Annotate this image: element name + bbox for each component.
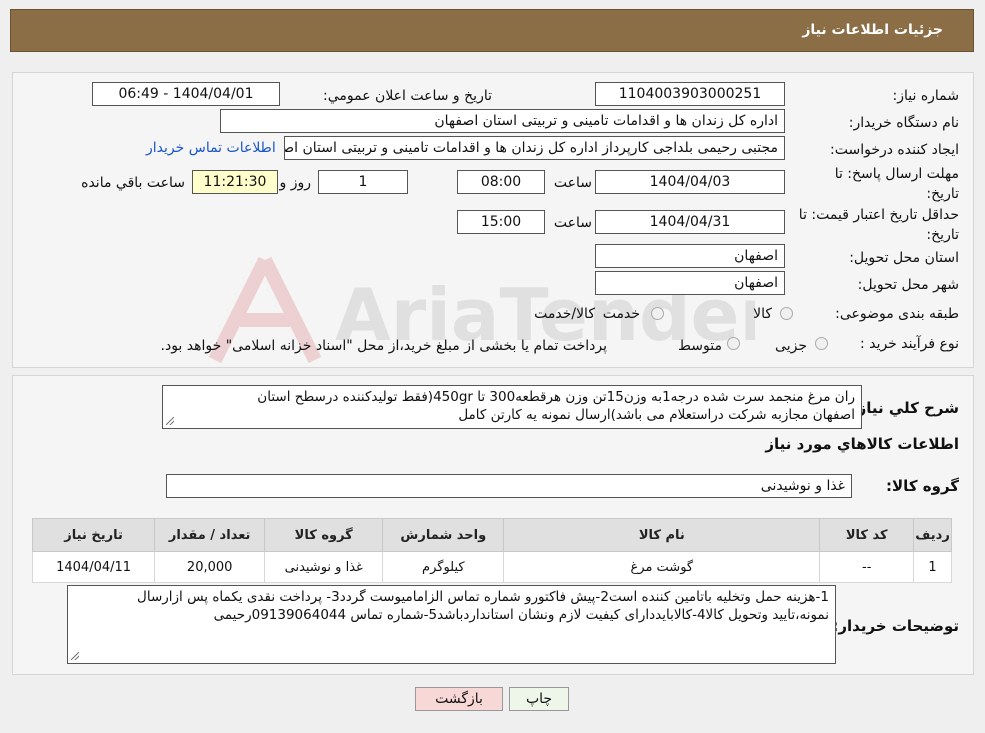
price-validity-time-label: ساعت <box>553 215 592 231</box>
resize-grip-icon[interactable] <box>166 417 174 425</box>
cell-date: 1404/04/11 <box>31 551 156 583</box>
category-service-label: خدمت <box>602 306 640 322</box>
description-label: شرح کلي نياز: <box>851 399 959 417</box>
category-service-radio[interactable] <box>651 307 664 320</box>
need-number-field: 1104003903000251 <box>595 82 785 106</box>
col-name: نام کالا <box>503 518 821 552</box>
remaining-time: 11:21:30 <box>192 170 278 194</box>
col-quantity: تعداد / مقدار <box>154 518 266 552</box>
col-code: کد کالا <box>819 518 915 552</box>
category-goods-radio[interactable] <box>780 307 793 320</box>
cell-unit: کیلوگرم <box>382 551 505 583</box>
cell-name: گوشت مرغ <box>503 551 821 583</box>
requester-field: مجتبی رحیمی بلداجی کارپرداز اداره کل زند… <box>284 136 785 160</box>
buyer-org-field: اداره کل زندان ها و اقدامات تامینی و ترب… <box>220 109 785 133</box>
buyer-org-label: نام دستگاه خريدار: <box>848 115 959 131</box>
goods-table: رديف کد کالا نام کالا واحد شمارش گروه کا… <box>31 518 952 583</box>
buyer-notes-textarea[interactable]: 1-هزینه حمل وتخلیه باتامین کننده است2-پی… <box>67 585 836 664</box>
page-title: جزئیات اطلاعات نیاز <box>802 22 943 38</box>
description-line-1: ران مرغ منجمد سرت شده درجه1به وزن15تن وز… <box>257 389 855 405</box>
buyer-notes-label: توضيحات خريدار: <box>832 617 959 635</box>
description-line-2: اصفهان مجازبه شرکت دراستعلام می باشد)ارس… <box>458 407 855 423</box>
col-date: تاريخ نياز <box>31 518 156 552</box>
resize-grip-icon[interactable] <box>71 652 79 660</box>
delivery-province-field: اصفهان <box>595 244 785 268</box>
days-label: روز و <box>279 175 312 191</box>
process-type-label: نوع فرآیند خرید : <box>860 336 959 352</box>
buyer-notes-line-1: 1-هزینه حمل وتخلیه باتامین کننده است2-پی… <box>137 589 829 605</box>
col-unit: واحد شمارش <box>382 518 505 552</box>
col-group: گروه کالا <box>264 518 384 552</box>
need-number-label: شماره نیاز: <box>892 88 960 104</box>
remaining-days: 1 <box>318 170 408 194</box>
cell-row: 1 <box>913 551 952 583</box>
treasury-note: پرداخت تمام یا بخشی از مبلغ خرید،از محل … <box>160 338 607 354</box>
delivery-city-field: اصفهان <box>595 271 785 295</box>
reply-deadline-time-label: ساعت <box>553 175 592 191</box>
process-minor-label: جزیی <box>775 338 807 354</box>
cell-group: غذا و نوشیدنی <box>264 551 384 583</box>
announce-datetime-field: 1404/04/01 - 06:49 <box>92 82 280 106</box>
price-validity-time: 15:00 <box>457 210 545 234</box>
table-row: 1 -- گوشت مرغ کیلوگرم غذا و نوشیدنی 20,0… <box>31 551 952 583</box>
goods-group-field: غذا و نوشیدنی <box>166 474 852 498</box>
page-header: جزئیات اطلاعات نیاز <box>10 9 974 52</box>
price-validity-date: 1404/04/31 <box>595 210 785 234</box>
category-goods-label: کالا <box>753 306 772 322</box>
buyer-notes-line-2: نمونه،تایید وتحویل کالا4-کالابایددارای ک… <box>213 607 829 623</box>
requester-label: ايجاد کننده درخواست: <box>830 142 959 158</box>
goods-group-label: گروه کالا: <box>886 477 959 495</box>
process-medium-label: متوسط <box>678 338 722 354</box>
delivery-city-label: شهر محل تحويل: <box>857 277 959 293</box>
back-button[interactable]: بازگشت <box>415 687 503 711</box>
buyer-contact-link[interactable]: اطلاعات تماس خريدار <box>146 140 276 156</box>
delivery-province-label: استان محل تحويل: <box>849 250 959 266</box>
process-medium-radio[interactable] <box>727 337 740 350</box>
category-goods-service-label: کالا/خدمت <box>534 306 595 322</box>
announce-datetime-label: تاریخ و ساعت اعلان عمومي: <box>323 88 492 104</box>
col-row: رديف <box>913 518 952 552</box>
print-button[interactable]: چاپ <box>509 687 569 711</box>
goods-info-title: اطلاعات کالاهاي مورد نياز <box>765 435 959 453</box>
goods-table-header: رديف کد کالا نام کالا واحد شمارش گروه کا… <box>31 518 952 552</box>
reply-deadline-time: 08:00 <box>457 170 545 194</box>
cell-code: -- <box>819 551 915 583</box>
description-textarea[interactable]: ران مرغ منجمد سرت شده درجه1به وزن15تن وز… <box>162 385 862 429</box>
remaining-label: ساعت باقي مانده <box>81 175 185 191</box>
price-validity-label: حداقل تاريخ اعتبار قيمت: تا تاريخ: <box>798 207 959 243</box>
reply-deadline-date: 1404/04/03 <box>595 170 785 194</box>
cell-quantity: 20,000 <box>154 551 266 583</box>
process-minor-radio[interactable] <box>815 337 828 350</box>
reply-deadline-label: مهلت ارسال پاسخ: تا تاریخ: <box>834 166 959 202</box>
category-label: طبقه بندی موضوعی: <box>835 306 959 322</box>
